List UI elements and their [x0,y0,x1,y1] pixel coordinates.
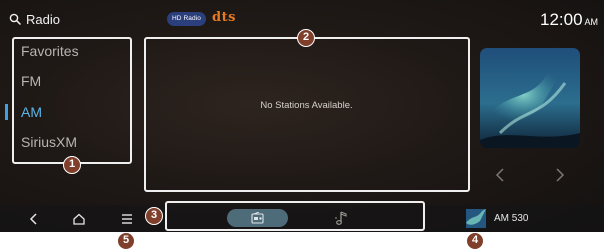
callout-3: 3 [145,207,163,225]
hd-radio-badge: HD Radio [167,12,206,26]
clock: 12:00 AM [540,10,598,30]
chevron-left-icon[interactable] [494,168,506,182]
home-icon[interactable] [72,212,86,226]
callout-frame-band-list [12,37,132,164]
back-icon[interactable] [27,212,41,226]
callout-4: 4 [466,232,484,250]
menu-icon[interactable] [120,213,134,225]
album-art [480,48,580,148]
callout-frame-station-list [144,37,470,192]
callout-5: 5 [117,232,135,250]
now-playing-label[interactable]: AM 530 [494,213,528,224]
chevron-right-icon[interactable] [554,168,566,182]
selected-band-indicator [5,104,8,120]
app-title[interactable]: Radio [26,12,60,27]
clock-time: 12:00 [540,10,583,29]
search-icon[interactable] [9,13,21,25]
callout-1: 1 [63,156,81,174]
now-playing-thumbnail[interactable] [466,209,486,228]
clock-ampm: AM [584,17,599,27]
callout-2: 2 [297,29,315,47]
dts-logo: dts [212,10,236,25]
callout-frame-media-tabs [165,201,425,231]
